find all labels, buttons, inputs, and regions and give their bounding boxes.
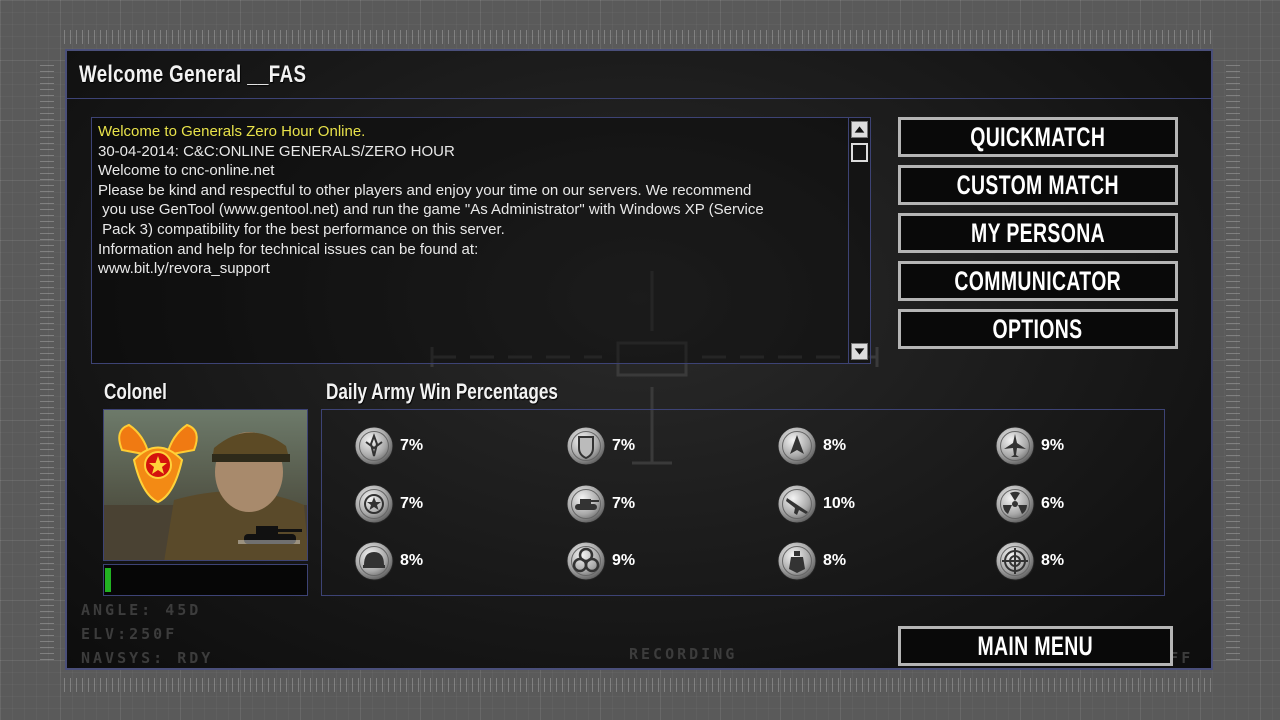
shield-emblem-icon bbox=[566, 426, 606, 466]
message-scrollbar[interactable] bbox=[848, 118, 870, 363]
arrow-down-icon bbox=[854, 348, 865, 355]
army-win-percentage: 7% bbox=[612, 495, 636, 512]
message-of-the-day: Welcome to Generals Zero Hour Online. 30-… bbox=[91, 117, 871, 364]
message-line: Pack 3) compatibility for the best perfo… bbox=[98, 220, 505, 238]
custom-match-button[interactable]: CUSTOM MATCH bbox=[898, 165, 1178, 205]
biohazard-emblem-icon bbox=[566, 541, 606, 581]
main-panel: Welcome General __FAS ANGLE: 45D ELV:250… bbox=[65, 49, 1213, 670]
army-stats-box: 7% 7% 8% 9% 7% 7% 10% 6% 8% 9% 8% 8% bbox=[321, 409, 1165, 596]
army-stat: 10% bbox=[777, 484, 855, 524]
communicator-button[interactable]: COMMUNICATOR bbox=[898, 261, 1178, 301]
general-portrait bbox=[103, 409, 308, 561]
star-emblem-icon bbox=[354, 484, 394, 524]
army-stat: 9% bbox=[566, 541, 635, 581]
rank-progress-fill bbox=[105, 568, 112, 592]
hud-elevation: ELV:250F bbox=[81, 625, 178, 643]
army-stat: 7% bbox=[354, 484, 423, 524]
army-stat: 6% bbox=[995, 484, 1064, 524]
army-stat: 7% bbox=[354, 426, 423, 466]
options-label: OPTIONS bbox=[992, 314, 1083, 344]
army-win-percentage: 8% bbox=[400, 552, 424, 569]
message-line: www.bit.ly/revora_support bbox=[98, 260, 270, 278]
army-stat: 8% bbox=[995, 541, 1064, 581]
rifle-emblem-icon bbox=[777, 484, 817, 524]
my-persona-label: MY PERSONA bbox=[971, 218, 1105, 248]
stats-label: Daily Army Win Percentages bbox=[326, 379, 558, 404]
message-line: Welcome to cnc-online.net bbox=[98, 162, 275, 180]
army-stat: 7% bbox=[566, 426, 635, 466]
scroll-down-button[interactable] bbox=[851, 343, 868, 360]
army-stat: 8% bbox=[777, 426, 846, 466]
tank-emblem-icon bbox=[566, 484, 606, 524]
army-stat: 8% bbox=[354, 541, 423, 581]
main-menu-button[interactable]: MAIN MENU bbox=[898, 626, 1173, 666]
army-win-percentage: 8% bbox=[1041, 552, 1065, 569]
army-stat: 9% bbox=[995, 426, 1064, 466]
army-stat: 7% bbox=[566, 484, 635, 524]
army-win-percentage: 7% bbox=[400, 495, 424, 512]
message-line: Please be kind and respectful to other p… bbox=[98, 181, 752, 199]
scroll-thumb[interactable] bbox=[851, 143, 868, 162]
custom-match-label: CUSTOM MATCH bbox=[956, 170, 1120, 200]
top-ruler bbox=[64, 30, 1216, 44]
options-button[interactable]: OPTIONS bbox=[898, 309, 1178, 349]
rank-progress-bar bbox=[103, 564, 308, 596]
main-menu-container: MAIN MENU bbox=[898, 626, 1173, 674]
title-bar: Welcome General __FAS bbox=[67, 51, 1211, 99]
army-win-percentage: 9% bbox=[1041, 437, 1065, 454]
my-persona-button[interactable]: MY PERSONA bbox=[898, 213, 1178, 253]
army-win-percentage: 10% bbox=[823, 495, 856, 512]
communicator-label: COMMUNICATOR bbox=[954, 266, 1122, 296]
grenade-emblem-icon bbox=[777, 541, 817, 581]
online-menu: QUICKMATCH CUSTOM MATCH MY PERSONA COMMU… bbox=[898, 117, 1178, 357]
welcome-title: Welcome General __FAS bbox=[79, 61, 307, 88]
army-stat: 8% bbox=[777, 541, 846, 581]
army-win-percentage: 9% bbox=[612, 552, 636, 569]
main-menu-label: MAIN MENU bbox=[977, 631, 1094, 661]
arrow-up-icon bbox=[854, 126, 865, 133]
army-win-percentage: 8% bbox=[823, 552, 847, 569]
right-ruler bbox=[1226, 60, 1240, 660]
left-ruler bbox=[40, 60, 54, 660]
usa-emblem-icon bbox=[354, 426, 394, 466]
rank-label: Colonel bbox=[104, 379, 167, 404]
helmet-emblem-icon bbox=[354, 541, 394, 581]
bottom-ruler bbox=[64, 678, 1216, 692]
army-win-percentage: 6% bbox=[1041, 495, 1065, 512]
army-win-percentage: 7% bbox=[400, 437, 424, 454]
radiation-emblem-icon bbox=[995, 484, 1035, 524]
army-win-percentage: 7% bbox=[612, 437, 636, 454]
hud-angle: ANGLE: 45D bbox=[81, 601, 202, 619]
hud-navsys: NAVSYS: RDY bbox=[81, 649, 214, 667]
army-win-percentage: 8% bbox=[823, 437, 847, 454]
missile-emblem-icon bbox=[777, 426, 817, 466]
quickmatch-button[interactable]: QUICKMATCH bbox=[898, 117, 1178, 157]
message-line: Information and help for technical issue… bbox=[98, 240, 479, 258]
message-line: Welcome to Generals Zero Hour Online. bbox=[98, 123, 366, 140]
message-text-area[interactable]: Welcome to Generals Zero Hour Online. 30-… bbox=[92, 118, 848, 363]
scroll-up-button[interactable] bbox=[851, 121, 868, 138]
hud-recording: RECORDING bbox=[629, 645, 738, 663]
jet-emblem-icon bbox=[995, 426, 1035, 466]
target-emblem-icon bbox=[995, 541, 1035, 581]
quickmatch-label: QUICKMATCH bbox=[970, 122, 1106, 152]
message-line: 30-04-2014: C&C:ONLINE GENERALS/ZERO HOU… bbox=[98, 142, 455, 160]
message-line: you use GenTool (www.gentool.net) and ru… bbox=[98, 201, 764, 219]
